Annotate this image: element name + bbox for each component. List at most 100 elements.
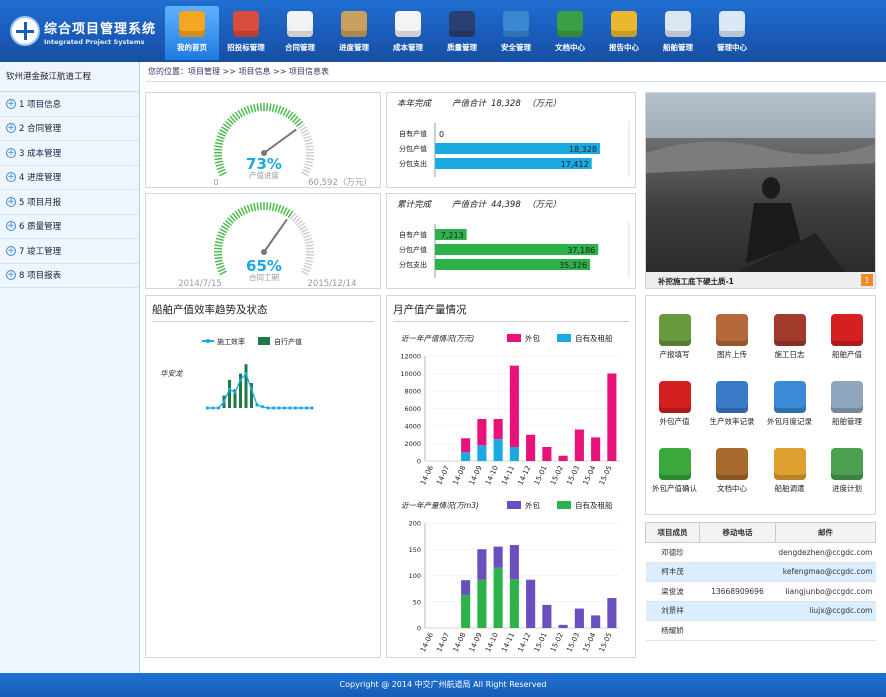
yen-icon <box>831 314 863 346</box>
sidebar-item-5[interactable]: +5 项目月报 <box>0 190 139 215</box>
site-photo[interactable]: 补挖施工底下硬土质-1 1 <box>646 93 876 289</box>
member-row[interactable]: 柯丰茂 kefengmao@ccgdc.com <box>645 562 876 582</box>
gauge-tick <box>217 132 226 137</box>
bar-外包 <box>542 447 552 461</box>
tool-dispatch-10[interactable]: 船舶调遣 <box>761 448 818 494</box>
tool-efficiency-chart-5[interactable]: 生产效率记录 <box>704 381 761 427</box>
sidebar-item-3[interactable]: +3 成本管理 <box>0 141 139 166</box>
gauge-tick <box>259 103 262 112</box>
sidebar-item-8[interactable]: +8 项目报表 <box>0 264 139 288</box>
gauge-tick <box>266 202 269 211</box>
x-tick-label: 15-03 <box>565 464 581 486</box>
x-tick-label: 14-10 <box>484 631 500 653</box>
report-fill-icon <box>658 314 691 346</box>
chart-title: 近一年产量情况(万m3) <box>401 501 479 510</box>
member-row[interactable]: 梁俊波 13668909696 liangjunbo@ccgdc.com <box>645 581 876 602</box>
tool-picture-upload-1[interactable]: 图片上传 <box>704 314 761 360</box>
x-tick-label: 15-05 <box>598 631 614 653</box>
nav-item-6[interactable]: 安全管理 <box>489 6 543 60</box>
nav-item-8[interactable]: 报告中心 <box>597 6 651 60</box>
gauge-tick <box>249 104 254 113</box>
bar-外包 <box>493 419 503 440</box>
member-email[interactable]: kefengmao@ccgdc.com <box>775 562 876 582</box>
tool-report-fill-0[interactable]: 产报填写 <box>646 314 703 360</box>
gauge-tick <box>215 138 224 143</box>
nav-item-0[interactable]: 我的首页 <box>165 6 219 60</box>
tool-ship-7[interactable]: 船舶管理 <box>819 381 876 427</box>
gauge-tick <box>305 160 314 164</box>
nav-item-9[interactable]: 船舶管理 <box>651 6 705 60</box>
bar-自有及租船 <box>461 594 471 628</box>
tool-label: 生产效率记录 <box>709 417 755 426</box>
tool-label: 文档中心 <box>717 484 747 493</box>
nav-item-7[interactable]: 文档中心 <box>543 6 597 60</box>
nav-item-10[interactable]: 管理中心 <box>705 6 759 60</box>
company-logo <box>10 16 40 46</box>
monthly-charts: 近一年产值情况(万元) 外包 自有及租船0200040006000800010000… <box>400 333 620 653</box>
summary-row-label: 分包产值 <box>399 144 427 153</box>
sidebar-item-1[interactable]: +1 项目信息 <box>0 92 139 117</box>
member-email[interactable]: liujx@ccgdc.com <box>775 601 876 621</box>
year-summary-chart: 本年完成 产值合计 18,328 （万元） 自有产值 0 分包产值 18,328 分包支… <box>397 98 630 177</box>
sidebar-item-4[interactable]: +4 进度管理 <box>0 166 139 190</box>
y-tick-label: 0 <box>417 458 421 466</box>
efficiency-chart-icon <box>716 381 748 413</box>
nav-item-2[interactable]: 合同管理 <box>273 6 327 60</box>
tool-document-books-9[interactable]: 文档中心 <box>704 448 761 494</box>
nav-item-5[interactable]: 质量管理 <box>435 6 489 60</box>
monitor-icon <box>719 11 745 37</box>
expand-plus-icon: + <box>6 270 16 281</box>
gauge-tick <box>303 265 312 270</box>
ship-efficiency-point <box>244 372 248 376</box>
x-tick-label: 14-11 <box>500 464 516 486</box>
x-tick-label: 14-08 <box>452 464 468 486</box>
tool-schedule-plan-11[interactable]: 进度计划 <box>819 448 876 494</box>
nav-label: 合同管理 <box>285 43 315 52</box>
bar-自有及租船 <box>461 452 471 461</box>
nav-item-3[interactable]: 进度管理 <box>327 6 381 60</box>
member-email[interactable] <box>775 620 876 641</box>
member-email[interactable]: liangjunbo@ccgdc.com <box>775 581 876 602</box>
member-row[interactable]: 杨耀娇 <box>645 620 876 641</box>
ship-efficiency-point <box>282 406 287 410</box>
gauge-tick <box>217 267 226 273</box>
tool-construction-log-2[interactable]: 施工日志 <box>761 314 818 360</box>
report-stack-icon <box>611 11 637 37</box>
ship-efficiency-point <box>288 406 292 410</box>
gauge-tick <box>305 154 314 157</box>
cumulative-summary-chart: 累计完成 产值合计 44,398 （万元） 自有产值 7,213 分包产值 37,18… <box>397 199 630 278</box>
nav-label: 安全管理 <box>501 43 531 52</box>
nav-item-4[interactable]: 成本管理 <box>381 6 435 60</box>
summary-row-label: 自有产值 <box>399 230 427 239</box>
tool-yen-4[interactable]: 外包产值 <box>646 381 703 427</box>
bar-外包 <box>542 604 552 628</box>
member-row[interactable]: 刘景祥 liujx@ccgdc.com <box>645 601 876 621</box>
ship-efficiency-point <box>249 387 254 391</box>
gauge-tick <box>216 234 225 239</box>
expand-plus-icon: + <box>6 245 16 256</box>
sidebar-item-2[interactable]: +2 合同管理 <box>0 117 139 141</box>
year-summary-title: 本年完成 <box>397 98 433 109</box>
nav-item-1[interactable]: 招投标管理 <box>219 6 273 60</box>
safety-shield-icon <box>503 11 529 37</box>
tool-yen-3[interactable]: 船舶产值 <box>819 314 876 360</box>
tool-checkmark-8[interactable]: 外包产值确认 <box>646 448 703 494</box>
ship-efficiency-point <box>233 390 237 394</box>
breadcrumb: 您的位置：项目管理 >> 项目信息 >> 项目信息表 <box>146 62 886 82</box>
sidebar-item-label: 6 质量管理 <box>19 222 62 233</box>
tool-percent-dial-6[interactable]: 外包月度记录 <box>761 381 818 427</box>
sidebar-item-6[interactable]: +6 质量管理 <box>0 215 139 239</box>
x-tick-label: 14-12 <box>517 631 533 653</box>
monthly-output-panel: 月产值产量情况 近一年产值情况(万元) 外包 自有及租船 0 2000 4000 6000 8… <box>386 295 636 658</box>
ship-efficiency-point <box>310 406 314 410</box>
value-gauge-label: 产值进度 <box>249 170 279 180</box>
sidebar-item-7[interactable]: +7 竣工管理 <box>0 239 139 264</box>
gauge-tick <box>302 267 311 273</box>
member-row[interactable]: 邓德珍 dengdezhen@ccgdc.com <box>645 542 876 563</box>
ship-efficiency-point <box>205 406 210 410</box>
sidebar-item-label: 5 项目月报 <box>19 197 62 208</box>
gauge-tick <box>274 203 279 212</box>
member-email[interactable]: dengdezhen@ccgdc.com <box>775 542 876 563</box>
schedule-gauge-panel: 65% 合同工期 2014/7/15 2015/12/14 <box>145 193 381 289</box>
site-photo-panel[interactable]: 补挖施工底下硬土质-1 1 <box>645 92 876 289</box>
